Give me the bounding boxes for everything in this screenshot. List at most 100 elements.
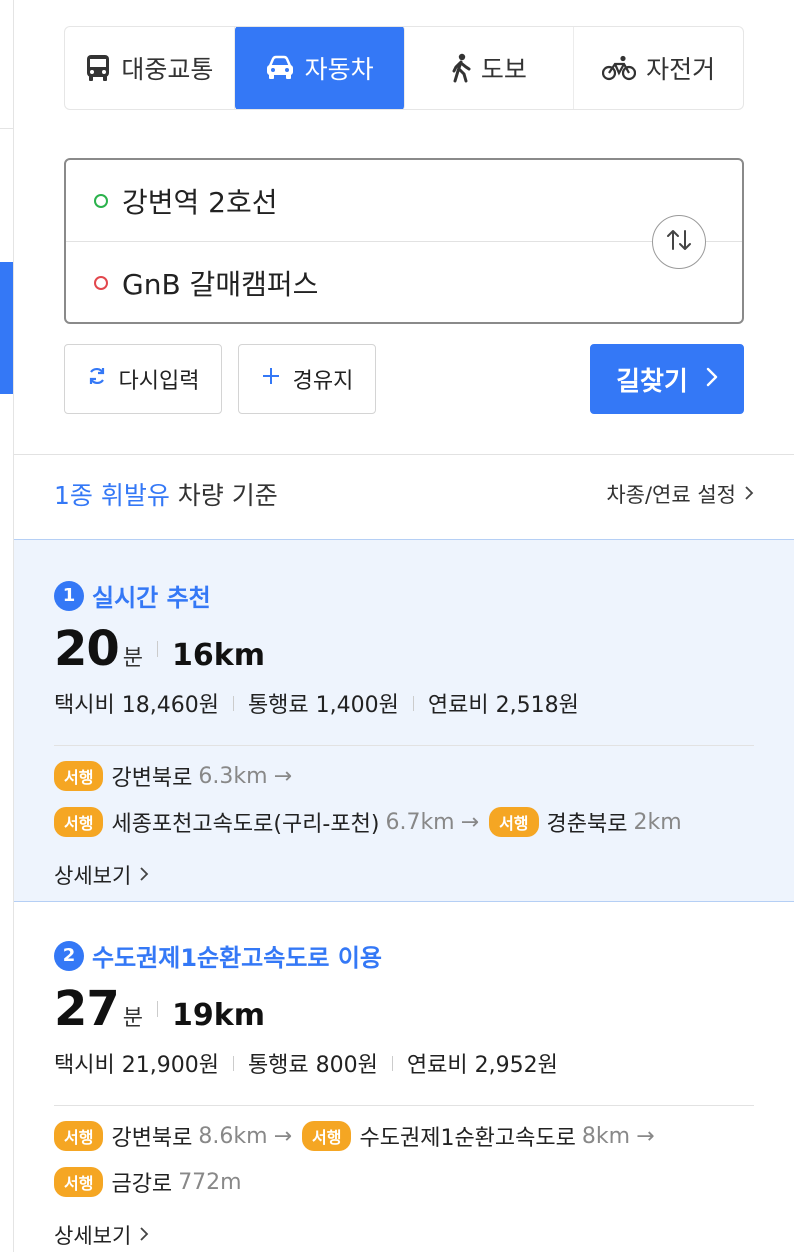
route-rank-badge: 1 [54, 580, 84, 611]
reset-button-label: 다시입력 [118, 369, 200, 394]
chevron-right-icon [139, 1223, 149, 1247]
route-duration-unit: 분 [122, 646, 144, 671]
card-divider [54, 1105, 754, 1106]
segment-distance: 6.3km [198, 763, 268, 789]
route-duration-unit: 분 [122, 1006, 144, 1031]
summary-separator [157, 641, 159, 657]
fuel-cost: 연료비 2,518원 [427, 693, 579, 718]
cost-separator [412, 695, 414, 711]
segment-distance: 8.6km [198, 1123, 268, 1149]
tab-car[interactable]: 자동차 [234, 27, 405, 109]
road-name: 강변북로 [111, 766, 193, 791]
route-title: 수도권제1순환고속도로 이용 [92, 944, 383, 972]
taxi-fare: 택시비 21,900원 [54, 1053, 219, 1078]
vehicle-type-highlight: 1종 휘발유 [54, 481, 170, 510]
vehicle-settings-link[interactable]: 차종/연료 설정 [606, 479, 754, 509]
summary-separator [157, 1001, 159, 1017]
tab-walk[interactable]: 도보 [405, 27, 575, 109]
route-summary: 27 분 19km [54, 981, 754, 1037]
traffic-status-badge: 서행 [302, 1121, 352, 1151]
tab-bicycle-label: 자전거 [646, 55, 716, 84]
route-costs: 택시비 21,900원 통행료 800원 연료비 2,952원 [54, 1047, 754, 1079]
search-route-button[interactable]: 길찾기 [590, 344, 744, 414]
route-detail-link[interactable]: 상세보기 [54, 860, 754, 890]
route-result-content: 2 수도권제1순환고속도로 이용 27 분 19km 택시비 21,900원 통… [54, 938, 754, 1250]
destination-dot-icon [94, 276, 108, 290]
route-detail-label: 상세보기 [54, 864, 132, 888]
toll-fee: 통행료 800원 [247, 1053, 378, 1078]
route-detail-label: 상세보기 [54, 1224, 132, 1248]
route-costs: 택시비 18,460원 통행료 1,400원 연료비 2,518원 [54, 687, 754, 719]
origin-value: 강변역 2호선 [122, 185, 278, 219]
route-distance: 19km [172, 998, 266, 1033]
route-title: 실시간 추천 [92, 584, 211, 612]
cost-separator [232, 695, 234, 711]
traffic-status-badge: 서행 [54, 1121, 104, 1151]
walk-icon [451, 53, 471, 83]
arrow-right-icon: → [273, 1123, 293, 1149]
cost-separator [391, 1055, 393, 1071]
panel-toggle-handle[interactable] [0, 262, 13, 394]
edge-divider [0, 128, 13, 129]
road-name: 강변북로 [111, 1126, 193, 1151]
search-route-label: 길찾기 [616, 366, 688, 397]
add-waypoint-label: 경유지 [292, 369, 354, 394]
tab-bicycle[interactable]: 자전거 [574, 27, 743, 109]
toll-fee: 통행료 1,400원 [247, 693, 399, 718]
road-name: 금강로 [111, 1172, 173, 1197]
traffic-status-badge: 서행 [54, 807, 104, 837]
route-path-line: 서행 강변북로 6.3km → [54, 760, 754, 792]
route-path-line: 서행 금강로 772m [54, 1166, 754, 1198]
tab-transit[interactable]: 대중교통 [65, 27, 235, 109]
tab-car-label: 자동차 [304, 55, 374, 84]
plus-icon [261, 366, 281, 392]
route-path-line: 서행 강변북로 8.6km → 서행 수도권제1순환고속도로 8km → [54, 1120, 754, 1152]
destination-value: GnB 갈매캠퍼스 [122, 268, 319, 301]
segment-distance: 6.7km [385, 809, 455, 835]
fuel-cost: 연료비 2,952원 [406, 1053, 558, 1078]
chevron-right-icon [706, 364, 718, 394]
reset-button[interactable]: 다시입력 [64, 344, 222, 414]
refresh-icon [87, 366, 107, 392]
arrow-right-icon: → [460, 809, 480, 835]
route-input-box: 강변역 2호선 GnB 갈매캠퍼스 [64, 158, 744, 324]
swap-route-button[interactable] [652, 215, 706, 269]
route-title-row: 1 실시간 추천 [54, 578, 754, 613]
card-divider [54, 745, 754, 746]
tab-transit-label: 대중교통 [121, 55, 214, 84]
arrow-right-icon: → [636, 1123, 655, 1149]
add-waypoint-button[interactable]: 경유지 [238, 344, 376, 414]
route-path-line: 서행 세종포천고속도로(구리-포천) 6.7km → 서행 경춘북로 2km [54, 806, 754, 838]
car-icon [265, 55, 295, 81]
origin-dot-icon [94, 193, 108, 208]
taxi-fare: 택시비 18,460원 [54, 693, 219, 718]
traffic-status-badge: 서행 [54, 1167, 104, 1197]
route-result-card[interactable]: 1 실시간 추천 20 분 16km 택시비 18,460원 통행료 1,400… [14, 539, 794, 902]
segment-distance: 8km [581, 1123, 631, 1149]
destination-field[interactable]: GnB 갈매캠퍼스 [66, 242, 742, 324]
traffic-status-badge: 서행 [489, 807, 539, 837]
route-rank-badge: 2 [54, 940, 84, 971]
transport-mode-tabs: 대중교통 자동차 도보 자전거 [64, 26, 744, 110]
route-title-row: 2 수도권제1순환고속도로 이용 [54, 938, 754, 973]
origin-field[interactable]: 강변역 2호선 [66, 160, 742, 242]
route-summary: 20 분 16km [54, 621, 754, 677]
vehicle-basis-text: 1종 휘발유 차량 기준 [54, 476, 278, 512]
swap-arrows-icon [665, 228, 693, 256]
left-panel-edge [0, 0, 14, 1252]
vehicle-setting-bar: 1종 휘발유 차량 기준 차종/연료 설정 [54, 476, 754, 512]
route-result-card[interactable]: 2 수도권제1순환고속도로 이용 27 분 19km 택시비 21,900원 통… [14, 902, 794, 1252]
route-duration: 20 [54, 621, 120, 677]
route-detail-link[interactable]: 상세보기 [54, 1220, 754, 1250]
cost-separator [232, 1055, 234, 1071]
bicycle-icon [602, 55, 637, 81]
vehicle-basis-suffix: 차량 기준 [169, 481, 278, 510]
route-result-content: 1 실시간 추천 20 분 16km 택시비 18,460원 통행료 1,400… [54, 578, 754, 890]
road-name: 경춘북로 [546, 812, 628, 837]
route-distance: 16km [172, 638, 266, 673]
segment-distance: 2km [633, 809, 682, 835]
segment-distance: 772m [178, 1169, 242, 1195]
chevron-right-icon [139, 863, 149, 887]
tab-walk-label: 도보 [480, 55, 527, 84]
bus-icon [85, 54, 111, 82]
